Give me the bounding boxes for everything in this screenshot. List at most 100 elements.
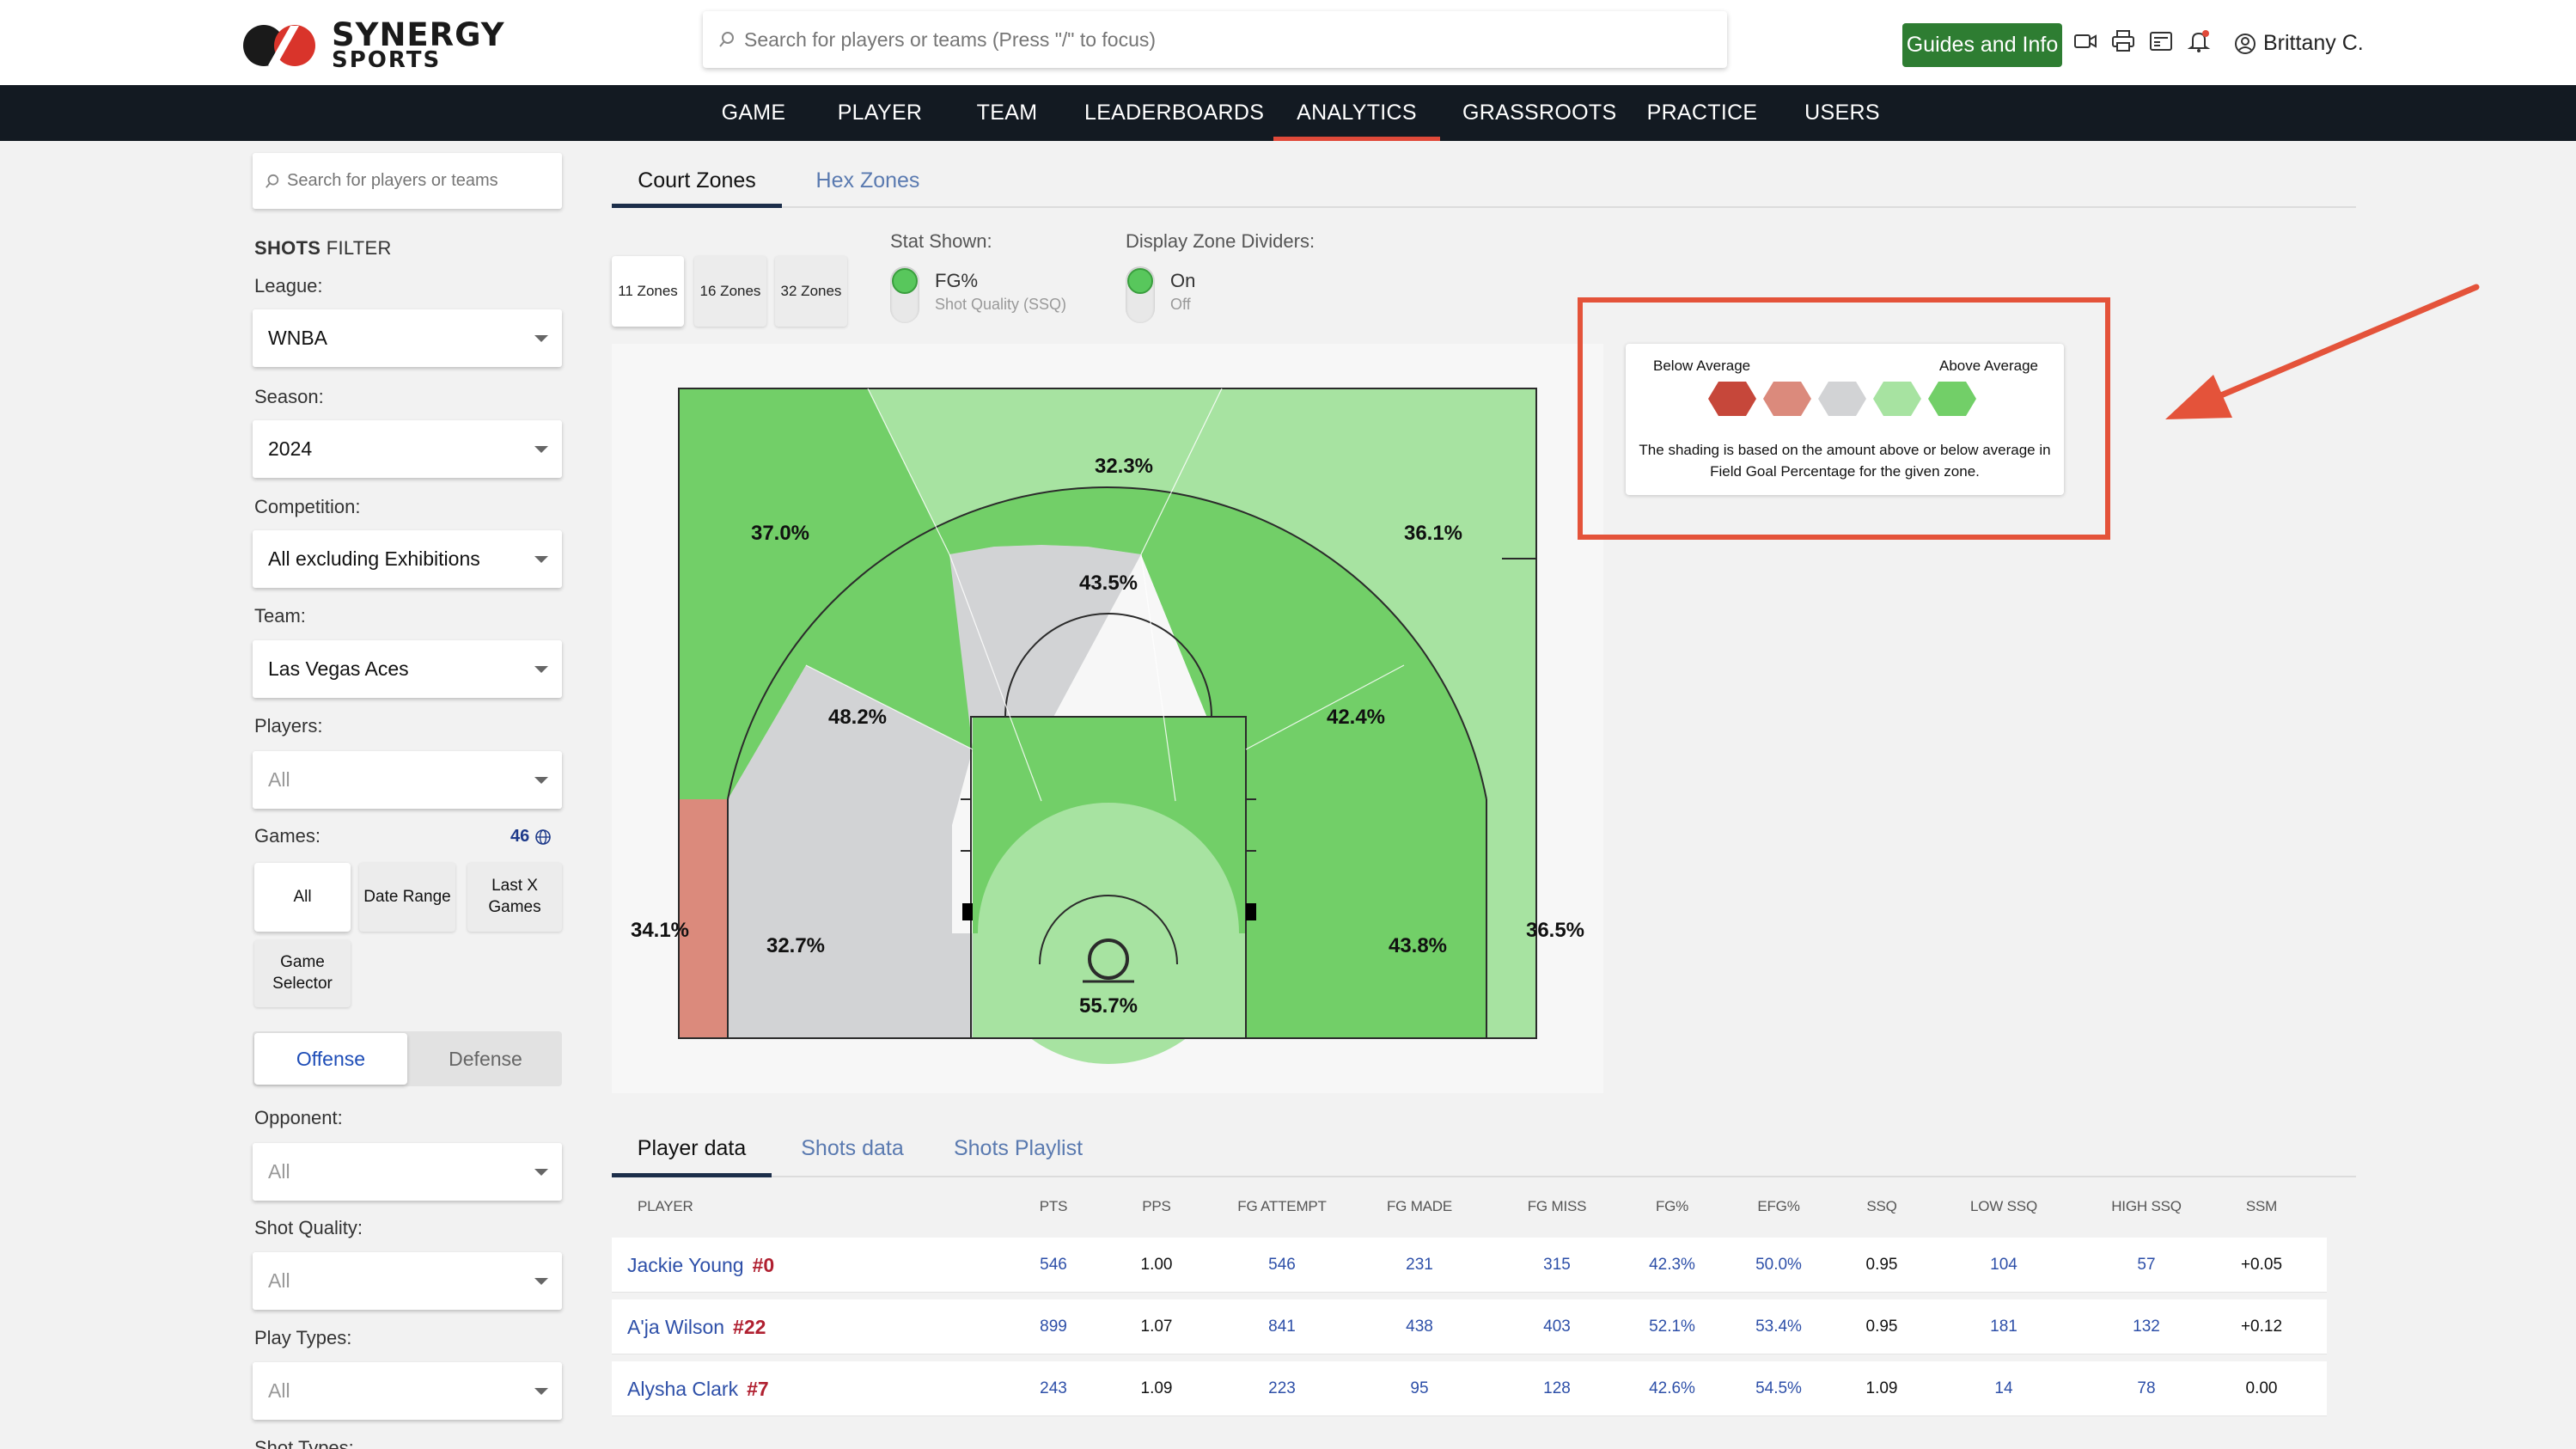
tab-shots-data[interactable]: Shots data [792, 1122, 913, 1177]
legend-below-label: Below Average [1653, 358, 1751, 374]
nav-practice[interactable]: PRACTICE [1643, 85, 1761, 141]
col-fg-miss[interactable]: FG MISS [1505, 1198, 1608, 1215]
team-label: Team: [254, 605, 306, 627]
sidebar-search-input[interactable] [287, 171, 553, 191]
thirty-two-zones-button[interactable]: 32 Zones [775, 256, 847, 327]
col-low-ssq[interactable]: LOW SSQ [1952, 1198, 2055, 1215]
legend-swatches [1708, 382, 1976, 416]
col-player[interactable]: PLAYER [638, 1198, 693, 1215]
league-select[interactable]: WNBA [253, 309, 562, 367]
eleven-zones-button[interactable]: 11 Zones [612, 256, 684, 327]
pct-right-corner: 36.5% [1526, 919, 1584, 942]
col-fg-made[interactable]: FG MADE [1368, 1198, 1471, 1215]
col-efg-pct[interactable]: EFG% [1736, 1198, 1822, 1215]
offense-option[interactable]: Offense [254, 1033, 407, 1085]
video-camera-icon[interactable] [2072, 28, 2098, 54]
competition-select[interactable]: All excluding Exhibitions [253, 530, 562, 588]
season-select[interactable]: 2024 [253, 420, 562, 478]
notification-bell-icon[interactable] [2186, 28, 2212, 54]
player-number: #7 [747, 1378, 769, 1400]
user-menu[interactable]: Brittany C. [2234, 31, 2364, 56]
nav-game[interactable]: GAME [705, 85, 803, 141]
player-number: #22 [733, 1316, 766, 1338]
games-all-button[interactable]: All [254, 863, 351, 932]
col-ssq[interactable]: SSQ [1847, 1198, 1916, 1215]
shot-zone-court: 32.3% 37.0% 36.1% 43.5% 48.2% 42.4% 34.1… [612, 344, 1603, 1093]
top-header: SYNERGY SPORTS Guides and Info Brittany … [0, 0, 2576, 85]
games-label: Games: [254, 825, 321, 847]
players-select[interactable]: All [253, 751, 562, 809]
pct-right-baseline-mid: 43.8% [1389, 934, 1447, 957]
pct-left-wing-mid: 48.2% [828, 706, 887, 729]
guides-and-info-button[interactable]: Guides and Info [1902, 23, 2062, 67]
scoreboard-icon[interactable] [2148, 28, 2174, 54]
col-high-ssq[interactable]: HIGH SSQ [2086, 1198, 2207, 1215]
legend-hex-below-strong [1708, 382, 1756, 416]
season-label: Season: [254, 386, 324, 407]
shots-filter-title: SHOTS FILTER [254, 237, 392, 259]
team-select[interactable]: Las Vegas Aces [253, 640, 562, 698]
stat-ssq-option[interactable]: Shot Quality (SSQ) [935, 296, 1066, 314]
shot-types-label: Shot Types: [254, 1437, 354, 1449]
game-selector-button[interactable]: Game Selector [254, 940, 351, 1007]
games-last-x-button[interactable]: Last X Games [467, 863, 562, 932]
col-pts[interactable]: PTS [1019, 1198, 1088, 1215]
legend-description: The shading is based on the amount above… [1639, 442, 2051, 480]
opponent-label: Opponent: [254, 1107, 343, 1128]
col-pps[interactable]: PPS [1122, 1198, 1191, 1215]
tab-court-zones[interactable]: Court Zones [612, 155, 782, 208]
legend-hex-above-strong [1928, 382, 1976, 416]
legend-hex-below [1763, 382, 1811, 416]
play-types-select[interactable]: All [253, 1362, 562, 1420]
col-fg-attempt[interactable]: FG ATTEMPT [1213, 1198, 1351, 1215]
table-row[interactable]: Jackie Young #0 546 1.00 546 231 315 42.3… [612, 1238, 2327, 1293]
col-fg-pct[interactable]: FG% [1638, 1198, 1706, 1215]
user-name: Brittany C. [2263, 31, 2364, 55]
user-account-icon [2235, 33, 2256, 54]
players-label: Players: [254, 715, 323, 737]
zone-dividers-toggle[interactable] [1126, 266, 1155, 323]
data-tabs: Player data Shots data Shots Playlist [612, 1122, 2356, 1177]
defense-option[interactable]: Defense [409, 1031, 562, 1086]
shot-quality-select[interactable]: All [253, 1252, 562, 1310]
sidebar-search-box[interactable] [253, 153, 562, 209]
zone-dividers-label: Display Zone Dividers: [1126, 230, 1315, 252]
print-icon[interactable] [2110, 28, 2136, 54]
opponent-select[interactable]: All [253, 1143, 562, 1201]
legend-hex-average [1818, 382, 1866, 416]
nav-leaderboards[interactable]: LEADERBOARDS [1084, 85, 1264, 141]
dividers-off-option[interactable]: Off [1170, 296, 1191, 314]
pct-left-corner: 34.1% [631, 919, 689, 942]
shading-legend: Below Average Above Average The shading … [1626, 344, 2064, 495]
caret-down-icon [534, 1388, 548, 1395]
synergy-logo[interactable]: SYNERGY SPORTS [242, 19, 505, 71]
stat-fg-option[interactable]: FG% [935, 270, 978, 292]
dividers-on-option[interactable]: On [1170, 270, 1195, 292]
tab-player-data[interactable]: Player data [612, 1122, 772, 1177]
table-row[interactable]: Alysha Clark #7 243 1.09 223 95 128 42.6%… [612, 1361, 2327, 1416]
tab-shots-playlist[interactable]: Shots Playlist [945, 1122, 1091, 1177]
court-svg: 32.3% 37.0% 36.1% 43.5% 48.2% 42.4% 34.1… [631, 388, 1584, 1064]
globe-icon [535, 828, 552, 845]
games-date-range-button[interactable]: Date Range [359, 863, 455, 932]
col-ssm[interactable]: SSM [2227, 1198, 2296, 1215]
offense-defense-toggle: Offense Defense [253, 1031, 562, 1086]
sixteen-zones-button[interactable]: 16 Zones [694, 256, 766, 327]
league-label: League: [254, 275, 323, 297]
caret-down-icon [534, 1169, 548, 1176]
global-search-input[interactable] [744, 28, 1689, 52]
games-count[interactable]: 46 [510, 827, 552, 847]
nav-analytics[interactable]: ANALYTICS [1273, 85, 1440, 141]
tab-hex-zones[interactable]: Hex Zones [799, 155, 937, 208]
stat-shown-toggle[interactable] [890, 266, 919, 323]
pct-left-baseline-mid: 32.7% [766, 934, 825, 957]
nav-grassroots[interactable]: GRASSROOTS [1462, 85, 1616, 141]
nav-player[interactable]: PLAYER [827, 85, 933, 141]
table-row[interactable]: A'ja Wilson #22 899 1.07 841 438 403 52.1… [612, 1299, 2327, 1354]
zone-view-tabs: Court Zones Hex Zones [612, 155, 2356, 208]
brand-line-1: SYNERGY [332, 16, 505, 53]
legend-above-label: Above Average [1939, 358, 2038, 374]
global-search-box[interactable] [703, 11, 1727, 68]
nav-users[interactable]: USERS [1801, 85, 1883, 141]
nav-team[interactable]: TEAM [964, 85, 1050, 141]
